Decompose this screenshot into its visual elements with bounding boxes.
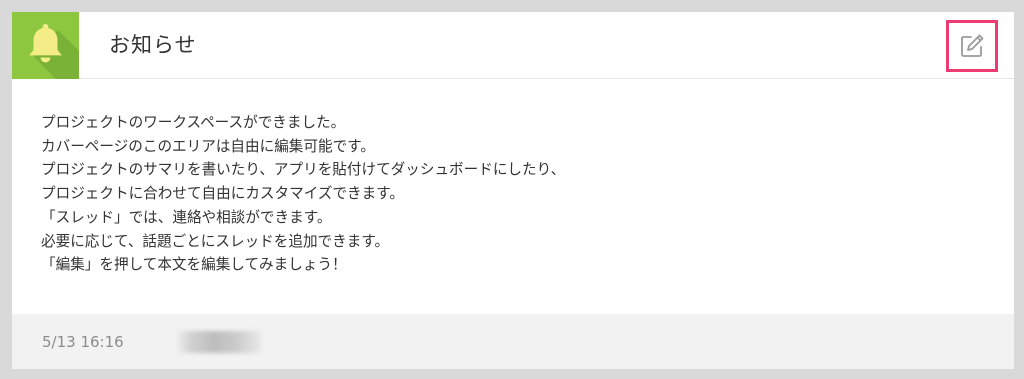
- notice-footer: 5/13 16:16: [12, 314, 1014, 369]
- body-line: プロジェクトに合わせて自由にカスタマイズできます。: [41, 185, 404, 203]
- edit-button[interactable]: [946, 20, 998, 72]
- bell-icon: [12, 12, 79, 79]
- body-line: 「編集」を押して本文を編集してみましょう！: [41, 256, 347, 274]
- notice-header: お知らせ: [12, 12, 1014, 79]
- body-line: 必要に応じて、話題ごとにスレッドを追加できます。: [41, 232, 390, 250]
- edit-pencil-icon: [961, 34, 984, 57]
- body-line: 「スレッド」では、連絡や相談ができます。: [41, 208, 332, 226]
- notice-title: お知らせ: [109, 33, 197, 57]
- notice-card: お知らせ プロジェクトのワークスペースができました。 カバーページのこのエリアは…: [12, 12, 1014, 369]
- body-line: カバーページのこのエリアは自由に編集可能です。: [41, 137, 375, 155]
- body-line: プロジェクトのワークスペースができました。: [41, 114, 346, 131]
- body-line: プロジェクトのサマリを書いたり、アプリを貼付けてダッシュボードにしたり、: [41, 161, 566, 179]
- author-name-blurred: [175, 331, 261, 353]
- timestamp: 5/13 16:16: [42, 333, 124, 351]
- notice-body: プロジェクトのワークスペースができました。 カバーページのこのエリアは自由に編集…: [41, 111, 981, 277]
